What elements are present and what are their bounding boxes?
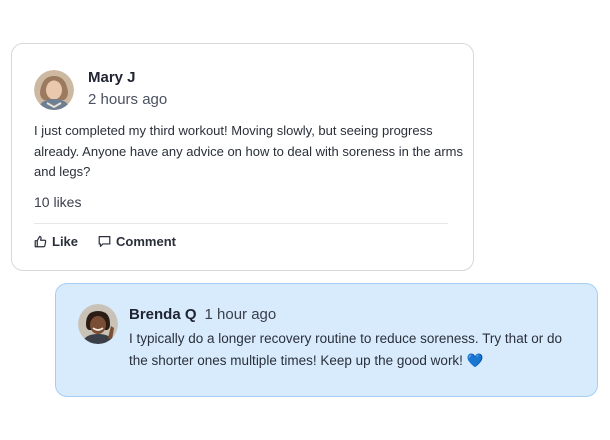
reply-header: Brenda Q 1 hour ago [129,306,579,323]
like-label: Like [52,234,79,249]
reply-card: Brenda Q 1 hour ago I typically do a lon… [55,283,598,397]
comment-button[interactable]: Comment [98,234,176,249]
comment-label: Comment [116,234,176,249]
reply-content: Brenda Q 1 hour ago I typically do a lon… [129,306,579,372]
thumbs-up-icon [34,235,47,248]
reply-text: I typically do a longer recovery routine… [129,331,562,368]
post-card: Mary J 2 hours ago I just completed my t… [11,43,474,271]
reply-body: I typically do a longer recovery routine… [129,328,579,372]
post-header: Mary J 2 hours ago [34,69,167,110]
like-count[interactable]: 10 likes [34,194,81,210]
feed: Mary J 2 hours ago I just completed my t… [0,0,610,440]
post-body: I just completed my third workout! Movin… [34,123,464,179]
avatar[interactable] [78,304,118,344]
divider [34,223,448,224]
reply-timestamp: 1 hour ago [204,306,277,323]
author-name[interactable]: Mary J [88,69,167,87]
reply-author-name[interactable]: Brenda Q [129,306,197,323]
avatar[interactable] [34,69,74,110]
like-button[interactable]: Like [34,234,78,249]
speech-bubble-icon [98,235,111,248]
post-timestamp: 2 hours ago [88,91,168,108]
post-actions: Like Comment [34,234,176,249]
blue-heart-icon: 💙 [466,353,484,368]
